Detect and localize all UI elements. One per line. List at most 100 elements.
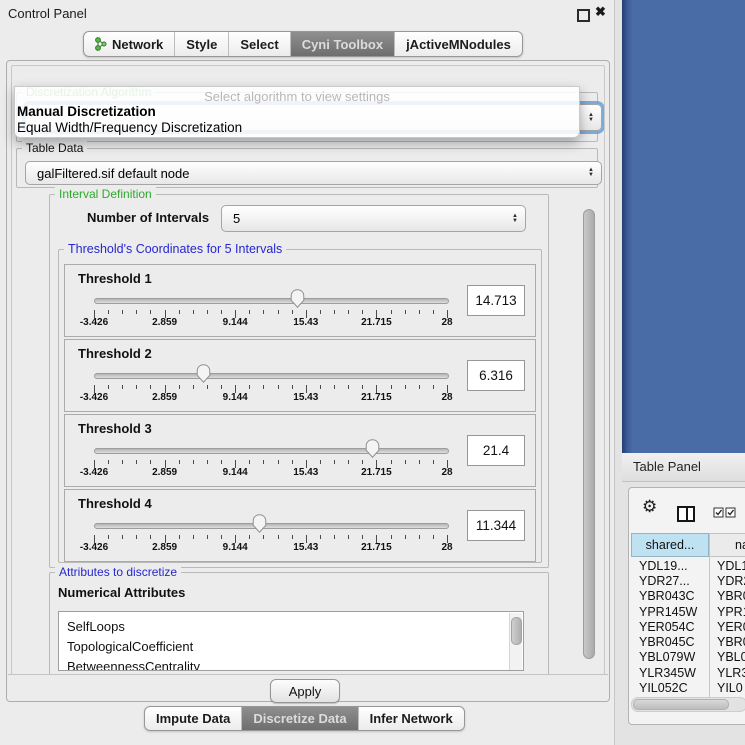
tab-label: jActiveMNodules xyxy=(406,37,511,52)
table-row[interactable]: YLR345WYLR3 xyxy=(631,665,745,680)
threshold-value-field[interactable]: 14.713 xyxy=(467,285,525,316)
table-header-row: shared... na xyxy=(631,533,745,557)
slider-track[interactable] xyxy=(94,523,449,529)
column-header-shared-name[interactable]: shared... xyxy=(631,533,709,557)
control-panel: Control Panel ✖ NetworkStyleSelectCyni T… xyxy=(0,0,615,745)
close-icon[interactable]: ✖ xyxy=(595,4,606,20)
algorithm-option[interactable]: Equal Width/Frequency Discretization xyxy=(17,120,242,135)
table-horizontal-scrollbar[interactable] xyxy=(631,697,745,712)
slider-thumb[interactable] xyxy=(365,439,380,458)
table-row[interactable]: YBR043CYBR0 xyxy=(631,589,745,604)
group-label: Threshold's Coordinates for 5 Intervals xyxy=(64,242,286,256)
list-scrollbar[interactable] xyxy=(509,613,522,671)
table-row[interactable]: YDR27...YDR2 xyxy=(631,573,745,588)
threshold-value-field[interactable]: 21.4 xyxy=(467,435,525,466)
tick xyxy=(136,460,137,464)
tab-impute-data[interactable]: Impute Data xyxy=(145,707,242,730)
tick xyxy=(122,385,123,389)
tick xyxy=(348,310,349,314)
attribute-item[interactable]: SelfLoops xyxy=(59,617,523,637)
tab-jactivemnodules[interactable]: jActiveMNodules xyxy=(395,32,522,56)
cell-name: YBR0 xyxy=(709,589,745,603)
panel-scrollbar[interactable] xyxy=(582,75,595,667)
slider-track[interactable] xyxy=(94,298,449,304)
apply-button[interactable]: Apply xyxy=(270,679,340,703)
number-of-intervals-combo[interactable]: 5 ▲▼ xyxy=(221,205,526,232)
tick xyxy=(221,310,222,314)
tick xyxy=(122,460,123,464)
bottom-tab-bar: Impute Data Discretize DataInfer Network xyxy=(144,706,465,731)
tab-select[interactable]: Select xyxy=(229,32,290,56)
slider-track[interactable] xyxy=(94,373,449,379)
threshold-value-field[interactable]: 11.344 xyxy=(467,510,525,541)
table-data-combo[interactable]: galFiltered.sif default node ▲▼ xyxy=(25,161,602,185)
tick xyxy=(249,310,250,314)
slider-track[interactable] xyxy=(94,448,449,454)
gear-icon[interactable]: ⚙ xyxy=(642,497,657,517)
tick-label: 28 xyxy=(417,392,477,403)
column-layout-icon[interactable] xyxy=(677,506,695,522)
list-scrollbar-thumb[interactable] xyxy=(511,617,522,645)
tick xyxy=(362,385,363,389)
tab-discretize-data[interactable]: Discretize Data xyxy=(242,707,358,730)
table-rows: YDL19...YDL1YDR27...YDR2YBR043CYBR0YPR14… xyxy=(631,558,745,698)
tick xyxy=(108,460,109,464)
tick-label: -3.426 xyxy=(64,392,124,403)
attribute-item[interactable]: TopologicalCoefficient xyxy=(59,637,523,657)
tab-style[interactable]: Style xyxy=(175,32,229,56)
tab-cyni-toolbox[interactable]: Cyni Toolbox xyxy=(291,32,395,56)
table-row[interactable]: YDL19...YDL1 xyxy=(631,558,745,573)
table-row[interactable]: YIL052CYIL0 xyxy=(631,680,745,695)
table-row[interactable]: YBL079WYBL0 xyxy=(631,650,745,665)
attribute-item[interactable]: BetweennessCentrality xyxy=(59,657,523,671)
tick xyxy=(433,385,434,389)
tick xyxy=(179,535,180,539)
table-row[interactable]: YPR145WYPR1 xyxy=(631,604,745,619)
tick-label: -3.426 xyxy=(64,317,124,328)
tick-label: 15.43 xyxy=(276,392,336,403)
tick xyxy=(249,385,250,389)
numerical-attributes-list[interactable]: SelfLoopsTopologicalCoefficientBetweenne… xyxy=(58,611,524,671)
tick xyxy=(136,310,137,314)
tick xyxy=(249,535,250,539)
threshold-value-field[interactable]: 6.316 xyxy=(467,360,525,391)
tab-network[interactable]: Network xyxy=(84,32,175,56)
tick xyxy=(263,460,264,464)
slider-thumb[interactable] xyxy=(196,364,211,383)
algorithm-dropdown-popup: Select algorithm to view settings Manual… xyxy=(14,86,580,138)
table-data-value: galFiltered.sif default node xyxy=(37,166,189,181)
table-horizontal-scrollbar-thumb[interactable] xyxy=(633,699,729,710)
threshold-label: Threshold 1 xyxy=(78,271,152,286)
tick-label: 9.144 xyxy=(205,317,265,328)
column-header-name[interactable]: na xyxy=(709,533,745,557)
cell-name: YLR3 xyxy=(709,666,745,680)
tick xyxy=(419,460,420,464)
cell-name: YDR2 xyxy=(709,574,745,588)
panel-scrollbar-thumb[interactable] xyxy=(583,209,595,659)
tab-label: Impute Data xyxy=(156,711,230,726)
table-row[interactable]: YBR045CYBR0 xyxy=(631,634,745,649)
tick xyxy=(207,460,208,464)
tab-infer-network[interactable]: Infer Network xyxy=(359,707,464,730)
group-label: Attributes to discretize xyxy=(55,565,181,579)
cell-shared-name: YPR145W xyxy=(631,605,709,619)
tick xyxy=(433,535,434,539)
group-label: Interval Definition xyxy=(55,187,156,201)
cell-shared-name: YIL052C xyxy=(631,681,709,695)
slider-thumb[interactable] xyxy=(252,514,267,533)
tab-label: Select xyxy=(240,37,278,52)
slider-thumb[interactable] xyxy=(290,289,305,308)
tick-label: 15.43 xyxy=(276,467,336,478)
attributes-group: Attributes to discretize Numerical Attri… xyxy=(49,572,549,675)
algorithm-option[interactable]: Manual Discretization xyxy=(17,104,156,119)
table-row[interactable]: YER054CYER0 xyxy=(631,619,745,634)
float-window-icon[interactable] xyxy=(577,9,590,22)
tick-label: 28 xyxy=(417,317,477,328)
checkbox-checked-icon[interactable] xyxy=(713,507,724,518)
checkbox-checked-icon[interactable] xyxy=(725,507,736,518)
tick xyxy=(419,535,420,539)
cell-name: YIL0 xyxy=(709,681,743,695)
tick xyxy=(348,385,349,389)
tick xyxy=(207,385,208,389)
tick-label: 9.144 xyxy=(205,392,265,403)
